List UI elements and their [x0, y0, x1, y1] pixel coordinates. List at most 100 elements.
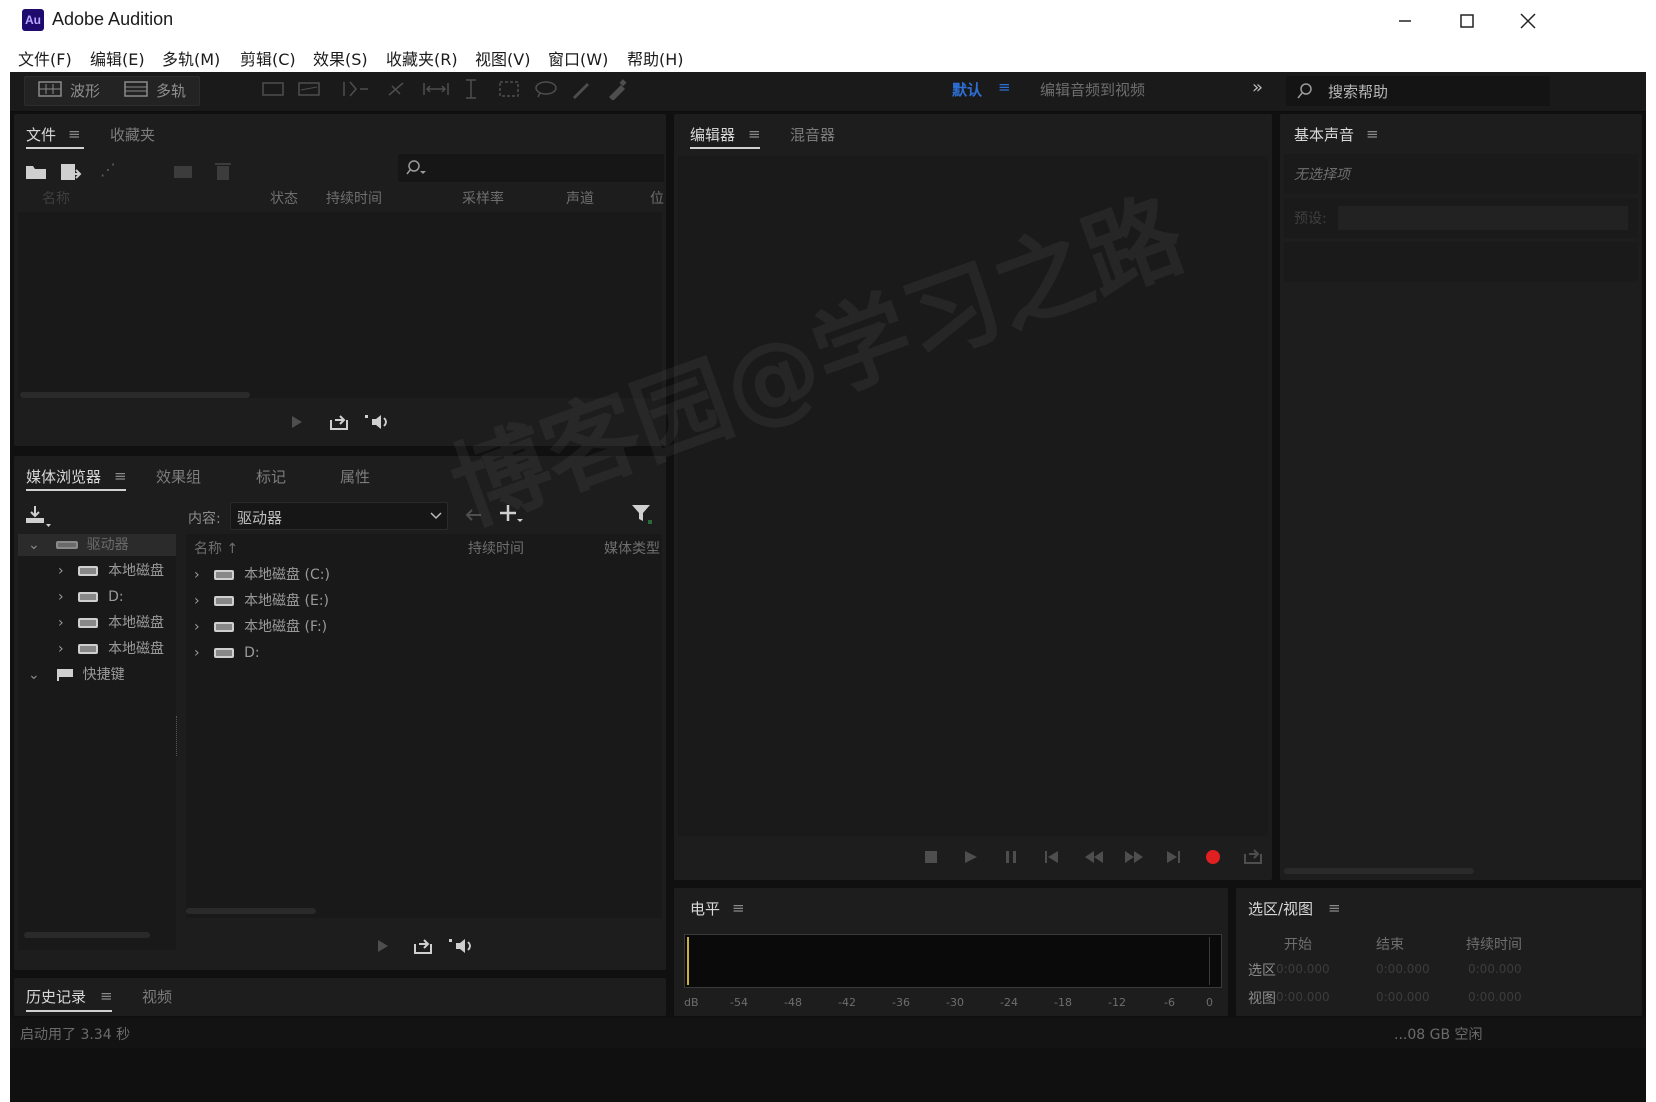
waveform-view-button[interactable]: 波形	[70, 80, 100, 101]
tab-markers[interactable]: 标记	[256, 466, 286, 487]
move-to-previous-icon[interactable]	[1044, 850, 1060, 864]
tree-root-drives[interactable]: ⌄ 驱动器	[28, 534, 129, 556]
close-icon[interactable]	[1513, 8, 1543, 34]
files-search-input[interactable]	[398, 154, 664, 182]
tab-properties[interactable]: 属性	[340, 466, 370, 487]
column-bit-depth[interactable]: 位	[650, 188, 664, 208]
media-row-f[interactable]: › 本地磁盘 (F:)	[194, 616, 327, 638]
column-duration[interactable]: 持续时间	[326, 188, 382, 208]
menu-clip[interactable]: 剪辑(C)	[240, 46, 296, 70]
selection-duration-value[interactable]: 0:00.000	[1468, 962, 1522, 976]
splitter-handle[interactable]	[176, 716, 180, 756]
loop-icon[interactable]	[412, 936, 434, 956]
brush-tool-icon[interactable]	[570, 78, 592, 100]
column-duration[interactable]: 持续时间	[468, 538, 524, 558]
tab-editor[interactable]: 编辑器	[690, 124, 735, 145]
autoplay-volume-icon[interactable]	[448, 936, 478, 956]
view-duration-value[interactable]: 0:00.000	[1468, 990, 1522, 1004]
record-icon[interactable]	[1204, 848, 1222, 866]
menu-window[interactable]: 窗口(W)	[548, 46, 608, 70]
menu-effects[interactable]: 效果(S)	[313, 46, 368, 70]
workspace-default[interactable]: 默认	[952, 79, 982, 100]
help-search-box[interactable]: 搜索帮助	[1286, 76, 1550, 106]
tree-item-disk-3[interactable]: › 本地磁盘	[58, 612, 164, 634]
add-shortcut-icon[interactable]	[498, 502, 524, 526]
move-tool-icon[interactable]	[340, 78, 370, 100]
view-start-value[interactable]: 0:00.000	[1276, 990, 1330, 1004]
tab-favorites[interactable]: 收藏夹	[110, 124, 155, 145]
help-search-input[interactable]: 搜索帮助	[1328, 81, 1388, 102]
import-file-icon[interactable]	[58, 162, 82, 184]
time-selection-tool-icon[interactable]	[464, 78, 478, 100]
new-file-icon[interactable]: ⋰	[100, 160, 116, 179]
media-row-d[interactable]: › D:	[194, 642, 260, 664]
marquee-tool-icon[interactable]	[498, 80, 520, 98]
column-status[interactable]: 状态	[270, 188, 298, 208]
essential-sound-menu-icon[interactable]: ≡	[1366, 125, 1379, 143]
tree-shortcuts[interactable]: ⌄ 快捷键	[28, 664, 125, 686]
play-icon[interactable]	[376, 938, 390, 954]
tab-mixer[interactable]: 混音器	[790, 124, 835, 145]
column-sample-rate[interactable]: 采样率	[462, 188, 504, 208]
minimize-icon[interactable]	[1390, 8, 1420, 34]
column-channels[interactable]: 声道	[566, 188, 594, 208]
column-media-type[interactable]: 媒体类型	[604, 538, 660, 558]
media-list-scrollbar[interactable]	[186, 908, 316, 914]
column-name-sorted[interactable]: 名称 ↑	[194, 538, 238, 558]
filter-icon[interactable]	[630, 502, 654, 526]
spectral-display-icon[interactable]	[262, 80, 284, 98]
workspace-overflow-icon[interactable]: »	[1252, 77, 1263, 98]
open-file-icon[interactable]	[24, 162, 48, 182]
menu-file[interactable]: 文件(F)	[18, 46, 72, 70]
play-icon[interactable]	[964, 850, 978, 864]
slip-tool-icon[interactable]	[422, 80, 450, 98]
tree-item-disk-2[interactable]: › D:	[58, 586, 124, 608]
menu-multitrack[interactable]: 多轨(M)	[162, 46, 220, 70]
media-browser-menu-icon[interactable]: ≡	[114, 467, 127, 485]
menu-edit[interactable]: 编辑(E)	[90, 46, 145, 70]
selection-view-menu-icon[interactable]: ≡	[1328, 899, 1341, 917]
files-panel-menu-icon[interactable]: ≡	[68, 125, 81, 143]
multitrack-view-icon[interactable]	[124, 80, 148, 98]
rewind-icon[interactable]	[1084, 850, 1104, 864]
tab-history[interactable]: 历史记录	[26, 986, 86, 1007]
history-panel-menu-icon[interactable]: ≡	[100, 987, 113, 1005]
fast-forward-icon[interactable]	[1124, 850, 1144, 864]
stop-icon[interactable]	[924, 850, 938, 864]
razor-tool-icon[interactable]	[386, 80, 406, 98]
spot-healing-icon[interactable]	[606, 78, 628, 100]
tab-media-browser[interactable]: 媒体浏览器	[26, 466, 101, 487]
waveform-view-icon[interactable]	[38, 80, 62, 98]
autoplay-volume-icon[interactable]	[364, 412, 394, 432]
move-to-next-icon[interactable]	[1166, 850, 1182, 864]
back-arrow-icon[interactable]	[464, 506, 484, 524]
file-list[interactable]	[18, 212, 662, 398]
selection-end-value[interactable]: 0:00.000	[1376, 962, 1430, 976]
play-icon[interactable]	[290, 414, 304, 430]
lasso-tool-icon[interactable]	[534, 80, 558, 98]
selection-start-value[interactable]: 0:00.000	[1276, 962, 1330, 976]
tree-item-disk-1[interactable]: › 本地磁盘	[58, 560, 164, 582]
tree-scrollbar[interactable]	[24, 932, 150, 938]
tab-video[interactable]: 视频	[142, 986, 172, 1007]
menu-help[interactable]: 帮助(H)	[627, 46, 684, 70]
workspace-menu-icon[interactable]: ≡	[998, 78, 1011, 96]
editor-panel-menu-icon[interactable]: ≡	[748, 125, 761, 143]
loop-icon[interactable]	[328, 412, 350, 432]
workspace-edit-audio-to-video[interactable]: 编辑音频到视频	[1040, 79, 1145, 100]
loop-playback-icon[interactable]	[1242, 848, 1264, 866]
levels-panel-menu-icon[interactable]: ≡	[732, 899, 745, 917]
view-end-value[interactable]: 0:00.000	[1376, 990, 1430, 1004]
essential-sound-scrollbar[interactable]	[1284, 868, 1474, 874]
tab-effects-rack[interactable]: 效果组	[156, 466, 201, 487]
menu-view[interactable]: 视图(V)	[475, 46, 530, 70]
horizontal-scrollbar[interactable]	[20, 392, 250, 398]
pause-icon[interactable]	[1004, 850, 1018, 864]
content-dropdown[interactable]: 驱动器	[230, 502, 448, 530]
insert-multitrack-icon[interactable]	[172, 162, 194, 182]
menu-favorites[interactable]: 收藏夹(R)	[386, 46, 458, 70]
tab-files[interactable]: 文件	[26, 124, 56, 145]
import-media-icon[interactable]	[24, 504, 52, 528]
editor-canvas[interactable]	[678, 156, 1268, 836]
preset-dropdown[interactable]	[1338, 206, 1628, 230]
